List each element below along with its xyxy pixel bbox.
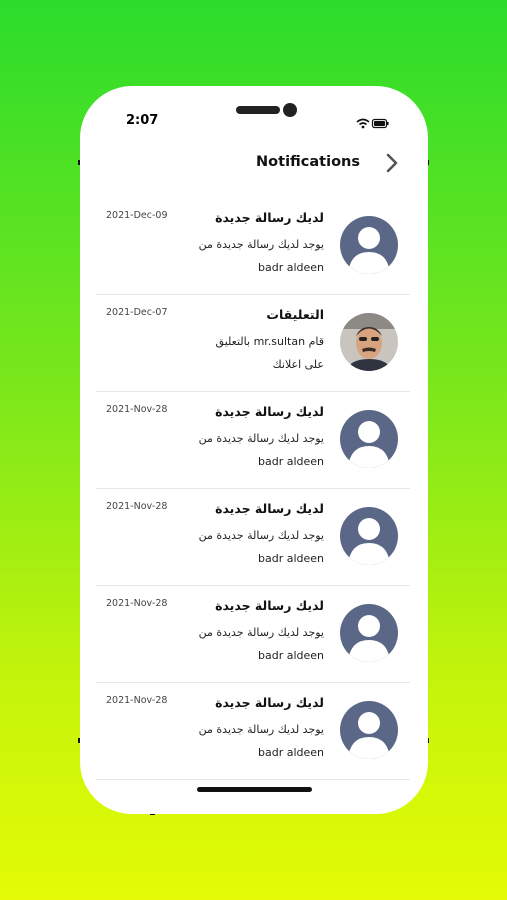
notification-sender: badr aldeen [257, 455, 324, 468]
wifi-battery-icon [356, 118, 389, 129]
notification-title: لديك رسالة جديدة [215, 404, 324, 419]
notification-item[interactable]: 2021-Nov-28 لديك رسالة جديدة يوجد لديك رسا… [96, 489, 410, 586]
notification-item[interactable]: 2021-Nov-28 لديك رسالة جديدة يوجد لديك رسا… [96, 392, 410, 489]
notification-message: قام mr.sultan بالتعليق [215, 335, 324, 348]
notification-item[interactable]: 2021-Dec-09 لديك رسالة جديدة يوجد لديك رسا… [96, 198, 410, 295]
notification-sender: badr aldeen [257, 261, 324, 274]
notification-title: لديك رسالة جديدة [215, 598, 324, 613]
camera-dot [283, 103, 297, 117]
notification-message: يوجد لديك رسالة جديدة من [198, 723, 324, 736]
phone-screen: 2:07 Notifications 2021-Dec-09 لديك رسالة… [80, 86, 428, 814]
notification-date: 2021-Nov-28 [106, 501, 168, 512]
notification-date: 2021-Dec-07 [106, 307, 168, 318]
notification-title: لديك رسالة جديدة [215, 501, 324, 516]
notification-title: التعليقات [266, 307, 324, 322]
notification-item[interactable]: 2021-Nov-28 لديك رسالة جديدة يوجد لديك رسا… [96, 683, 410, 780]
default-avatar-icon [340, 507, 398, 565]
user-photo-icon [340, 313, 398, 371]
speaker-notch [236, 106, 280, 114]
notification-title: لديك رسالة جديدة [215, 210, 324, 225]
home-indicator[interactable] [197, 787, 312, 792]
notifications-list: 2021-Dec-09 لديك رسالة جديدة يوجد لديك رسا… [96, 198, 410, 780]
default-avatar-icon [340, 216, 398, 274]
page-title: Notifications [256, 154, 360, 170]
avatar [340, 216, 398, 274]
notification-message: يوجد لديك رسالة جديدة من [198, 626, 324, 639]
notification-message: يوجد لديك رسالة جديدة من [198, 529, 324, 542]
status-time: 2:07 [126, 113, 159, 128]
avatar [340, 410, 398, 468]
notification-sender: badr aldeen [257, 552, 324, 565]
chevron-right-icon [386, 153, 398, 173]
avatar [340, 701, 398, 759]
notification-item[interactable]: 2021-Dec-07 التعليقات قام mr.sultan بالتعل… [96, 295, 410, 392]
default-avatar-icon [340, 701, 398, 759]
back-button[interactable] [382, 151, 402, 175]
avatar [340, 313, 398, 371]
avatar [340, 507, 398, 565]
notification-date: 2021-Dec-09 [106, 210, 168, 221]
notification-message: يوجد لديك رسالة جديدة من [198, 238, 324, 251]
notifications-header: Notifications [80, 150, 428, 178]
notification-sender: badr aldeen [257, 746, 324, 759]
status-icons [356, 115, 390, 134]
notification-date: 2021-Nov-28 [106, 598, 168, 609]
notification-date: 2021-Nov-28 [106, 404, 168, 415]
notification-sender: على اعلانك [272, 358, 324, 371]
notification-title: لديك رسالة جديدة [215, 695, 324, 710]
notification-date: 2021-Nov-28 [106, 695, 168, 706]
notification-sender: badr aldeen [257, 649, 324, 662]
notification-message: يوجد لديك رسالة جديدة من [198, 432, 324, 445]
notification-item[interactable]: 2021-Nov-28 لديك رسالة جديدة يوجد لديك رسا… [96, 586, 410, 683]
avatar [340, 604, 398, 662]
default-avatar-icon [340, 410, 398, 468]
default-avatar-icon [340, 604, 398, 662]
